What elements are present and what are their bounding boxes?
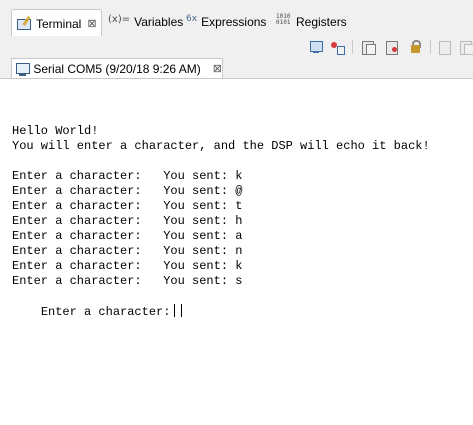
serial-terminal-icon bbox=[15, 61, 30, 77]
terminal-prompt-line[interactable]: Enter a character: bbox=[12, 289, 183, 319]
clear-icon[interactable] bbox=[384, 39, 400, 55]
tab-registers-label: Registers bbox=[296, 15, 347, 29]
terminal-line: You will enter a character, and the DSP … bbox=[12, 139, 430, 153]
text-cursor bbox=[174, 304, 183, 317]
close-console-icon[interactable]: ⊠ bbox=[213, 62, 222, 75]
terminal-output[interactable]: Hello World! You will enter a character,… bbox=[0, 79, 473, 425]
variables-icon: (x)= bbox=[108, 14, 131, 25]
view-tab-bar: Terminal ⊠ (x)= Variables 6x Expressions… bbox=[0, 0, 473, 38]
terminal-line: Enter a character: You sent: k bbox=[12, 169, 243, 183]
paste-icon[interactable] bbox=[437, 39, 453, 55]
terminal-line: Enter a character: You sent: n bbox=[12, 244, 243, 258]
tab-terminal-label: Terminal bbox=[36, 16, 82, 31]
toolbar-separator bbox=[352, 40, 353, 54]
tab-variables-label: Variables bbox=[134, 15, 184, 29]
expressions-icon: 6x bbox=[186, 14, 198, 24]
lock-icon[interactable] bbox=[407, 39, 423, 55]
close-tab-icon[interactable]: ⊠ bbox=[87, 17, 96, 30]
terminal-icon bbox=[16, 15, 32, 32]
select-all-icon[interactable] bbox=[458, 39, 473, 55]
terminal-line: Enter a character: You sent: a bbox=[12, 229, 243, 243]
tab-terminal[interactable]: Terminal ⊠ bbox=[11, 9, 102, 37]
tab-expressions[interactable]: 6x Expressions bbox=[186, 10, 266, 34]
terminal-line: Enter a character: You sent: t bbox=[12, 199, 243, 213]
terminal-line: Hello World! bbox=[12, 124, 99, 138]
disconnect-icon[interactable] bbox=[329, 39, 345, 55]
copy-icon[interactable] bbox=[360, 39, 376, 55]
terminal-prompt: Enter a character: bbox=[40, 305, 171, 319]
toolbar-separator bbox=[430, 40, 431, 54]
tab-variables[interactable]: (x)= Variables bbox=[108, 10, 183, 34]
view-toolbar bbox=[0, 36, 473, 58]
tab-registers[interactable]: 1010 0101 Registers bbox=[276, 10, 347, 34]
terminal-line: Enter a character: You sent: s bbox=[12, 274, 243, 288]
tab-expressions-label: Expressions bbox=[201, 15, 267, 29]
terminal-line: Enter a character: You sent: @ bbox=[12, 184, 243, 198]
console-tab-label: Serial COM5 (9/20/18 9:26 AM) bbox=[33, 61, 201, 76]
console-tab-bar: Serial COM5 (9/20/18 9:26 AM) ⊠ bbox=[0, 58, 473, 79]
registers-icon: 1010 0101 bbox=[276, 13, 291, 26]
new-terminal-icon[interactable] bbox=[308, 39, 324, 55]
terminal-line: Enter a character: You sent: k bbox=[12, 259, 243, 273]
terminal-line: Enter a character: You sent: h bbox=[12, 214, 243, 228]
tab-serial-console[interactable]: Serial COM5 (9/20/18 9:26 AM) ⊠ bbox=[11, 58, 223, 78]
